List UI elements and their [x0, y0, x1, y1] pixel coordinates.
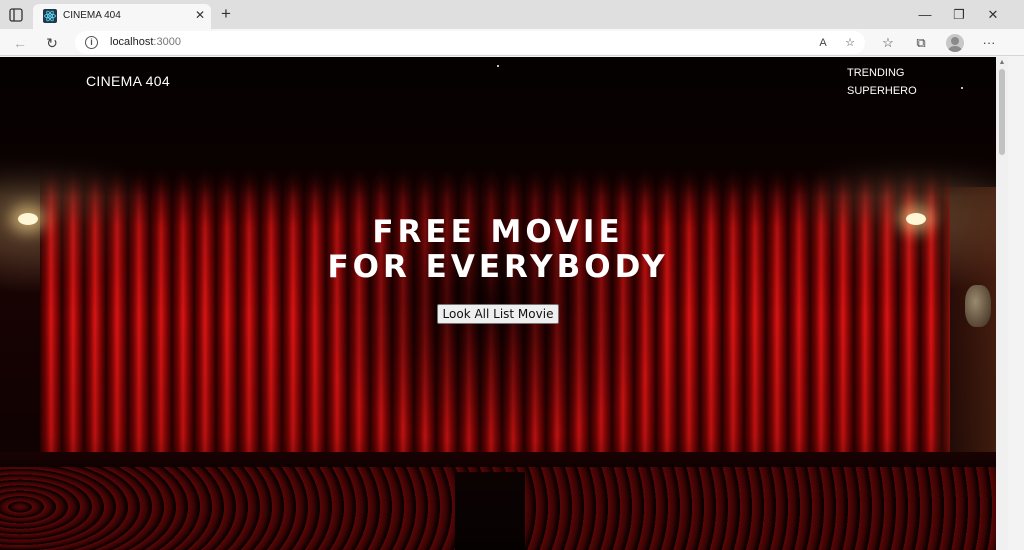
read-aloud-icon[interactable]: A	[813, 33, 833, 53]
aisle	[455, 472, 525, 550]
site-navbar: CINEMA 404 TRENDING SUPERHERO	[0, 57, 996, 117]
nav-link-superhero[interactable]: SUPERHERO	[847, 83, 917, 101]
scroll-thumb[interactable]	[999, 69, 1005, 155]
favorites-icon[interactable]: ☆	[878, 33, 898, 53]
nav-links: TRENDING SUPERHERO	[847, 65, 917, 100]
minimize-button[interactable]: —	[908, 0, 942, 29]
page-viewport: CINEMA 404 TRENDING SUPERHERO FREE MOVIE…	[0, 57, 996, 550]
back-button[interactable]: ←	[10, 33, 30, 53]
url-port: :3000	[153, 36, 181, 48]
site-brand[interactable]: CINEMA 404	[86, 73, 170, 89]
collections-icon[interactable]: ⧉	[911, 33, 931, 53]
browser-window: CINEMA 404 ✕ + — ❐ ✕ ← ↻ i localhost:300…	[0, 0, 1024, 550]
window-edge	[1008, 57, 1024, 550]
hero-title-line-2: FOR EVERYBODY	[327, 249, 669, 285]
site-info-icon[interactable]: i	[85, 36, 98, 49]
title-bar: CINEMA 404 ✕ + — ❐ ✕	[0, 0, 1024, 29]
nav-link-trending[interactable]: TRENDING	[847, 65, 917, 83]
new-tab-button[interactable]: +	[217, 5, 235, 23]
refresh-button[interactable]: ↻	[42, 33, 62, 53]
react-favicon-icon	[43, 9, 57, 23]
hero-section: FREE MOVIE FOR EVERYBODY Look All List M…	[0, 215, 996, 324]
vertical-scrollbar[interactable]: ▲	[996, 57, 1008, 550]
tab-title: CINEMA 404	[63, 10, 121, 21]
scroll-up-arrow-icon[interactable]: ▲	[998, 59, 1006, 67]
browser-tab[interactable]: CINEMA 404 ✕	[33, 4, 211, 29]
address-bar[interactable]: i localhost:3000 A ☆	[75, 31, 865, 54]
url-host: localhost	[110, 36, 154, 48]
url-text[interactable]: localhost:3000	[110, 36, 181, 48]
add-favorite-icon[interactable]: ☆	[840, 33, 860, 53]
settings-menu-icon[interactable]: ···	[979, 33, 999, 53]
look-all-movies-button[interactable]: Look All List Movie	[436, 304, 560, 324]
tab-actions-icon[interactable]	[8, 7, 24, 23]
close-window-button[interactable]: ✕	[976, 0, 1010, 29]
restore-button[interactable]: ❐	[942, 0, 976, 29]
browser-toolbar: ← ↻ i localhost:3000 A ☆ ☆ ⧉ ···	[0, 29, 1024, 56]
hero-title-line-1: FREE MOVIE	[372, 214, 624, 250]
tab-close-icon[interactable]: ✕	[193, 7, 207, 23]
profile-avatar[interactable]	[946, 34, 964, 52]
